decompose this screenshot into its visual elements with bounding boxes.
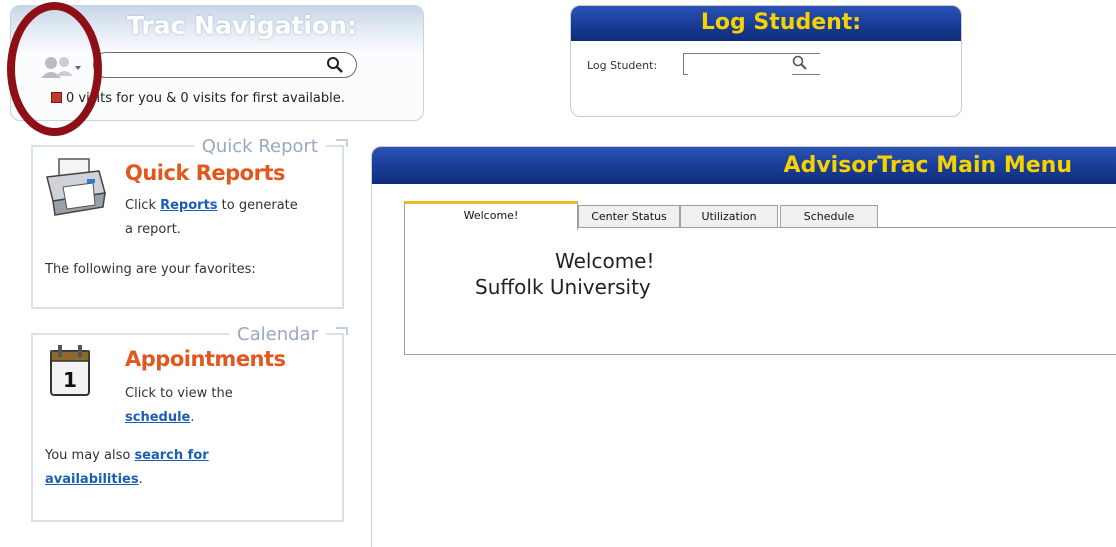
printer-icon xyxy=(46,158,106,216)
legend-tick xyxy=(336,139,348,147)
calendar-line4: availabilities. xyxy=(45,469,143,491)
log-student-field[interactable] xyxy=(683,53,820,75)
log-student-panel: Log Student: Log Student: xyxy=(570,5,962,117)
search-icon[interactable] xyxy=(792,55,808,71)
calendar-day: 1 xyxy=(63,368,77,392)
main-menu-panel: AdvisorTrac Main Menu Welcome! Center St… xyxy=(371,146,1116,547)
calendar-icon: 1 xyxy=(50,345,90,396)
trac-navigation-panel: Trac Navigation: 0 visits for you & 0 vi… xyxy=(10,5,424,121)
calendar-also-text: You may also xyxy=(45,448,135,463)
quick-report-text: Click xyxy=(125,198,161,213)
trac-navigation-search-input[interactable] xyxy=(108,56,322,76)
tab-schedule[interactable]: Schedule xyxy=(780,205,878,227)
appointments-heading: Appointments xyxy=(125,347,286,371)
schedule-link[interactable]: schedule xyxy=(125,410,190,425)
search-availabilities-link[interactable]: availabilities xyxy=(45,472,139,487)
visits-icon xyxy=(51,92,62,103)
search-availabilities-link[interactable]: search for xyxy=(134,448,208,463)
legend-tick xyxy=(336,327,348,335)
quick-report-text: to generate xyxy=(217,198,298,213)
tab-welcome[interactable]: Welcome! xyxy=(404,201,578,230)
favorites-text: The following are your favorites: xyxy=(45,262,256,277)
calendar-card: Calendar 1 Appointments Click to view th… xyxy=(31,324,348,522)
calendar-period: . xyxy=(190,410,195,425)
user-icon[interactable] xyxy=(39,54,77,80)
welcome-text: Welcome! xyxy=(555,249,655,273)
visits-text: 0 visits for you & 0 visits for first av… xyxy=(66,91,345,106)
trac-navigation-search[interactable] xyxy=(93,52,357,78)
quick-reports-heading: Quick Reports xyxy=(125,161,286,185)
log-student-label: Log Student: xyxy=(587,59,658,72)
main-menu-title: AdvisorTrac Main Menu xyxy=(372,147,1116,184)
quick-report-line1: Click Reports to generate xyxy=(125,195,298,217)
calendar-legend: Calendar xyxy=(229,324,326,345)
calendar-line3: You may also search for xyxy=(45,445,209,467)
calendar-line2: schedule. xyxy=(125,407,195,429)
log-student-input[interactable] xyxy=(688,56,792,75)
organization-name: Suffolk University xyxy=(475,275,651,299)
calendar-line1: Click to view the xyxy=(125,386,233,401)
welcome-tab-panel: Welcome! Suffolk University xyxy=(404,227,1116,355)
calendar-period: . xyxy=(138,472,143,487)
quick-report-legend: Quick Report xyxy=(193,136,326,157)
tab-center-status[interactable]: Center Status xyxy=(578,205,680,227)
chevron-down-icon[interactable] xyxy=(75,66,81,70)
trac-navigation-title: Trac Navigation: xyxy=(11,6,423,50)
quick-report-card: Quick Report Quick Reports Click Reports… xyxy=(31,136,348,309)
search-icon[interactable] xyxy=(326,56,344,74)
reports-link[interactable]: Reports xyxy=(160,198,217,213)
log-student-title: Log Student: xyxy=(571,6,961,41)
tab-utilization[interactable]: Utilization xyxy=(680,205,778,227)
quick-report-line2: a report. xyxy=(125,222,181,237)
visits-status: 0 visits for you & 0 visits for first av… xyxy=(51,91,345,106)
